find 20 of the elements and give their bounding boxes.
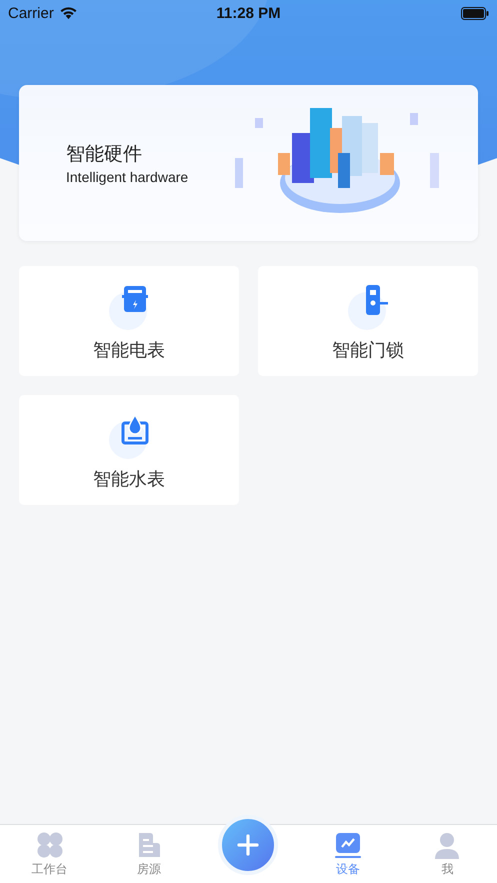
device-label: 智能电表: [93, 339, 165, 362]
plus-icon: [236, 833, 260, 857]
device-card[interactable]: 智能电表: [19, 266, 239, 376]
tab-item[interactable]: 工作台: [0, 825, 100, 883]
person-icon: [433, 831, 462, 859]
wifi-icon: [58, 6, 78, 20]
grid-icon: [36, 831, 64, 859]
chart-icon: [334, 831, 362, 859]
device-label: 智能水表: [93, 468, 165, 491]
clock-time: 11:28 PM: [216, 4, 281, 22]
tab-item[interactable]: 设备: [298, 825, 398, 883]
banner-title: 智能硬件: [66, 143, 143, 167]
tab-item[interactable]: 我: [398, 825, 497, 883]
device-card[interactable]: 智能门锁: [258, 266, 478, 376]
device-card[interactable]: 智能水表: [19, 395, 239, 505]
carrier-label: Carrier: [8, 4, 54, 22]
device-label: 智能门锁: [332, 339, 404, 362]
battery-icon: [461, 6, 489, 20]
tab-item[interactable]: 房源: [99, 825, 199, 883]
banner-subtitle: Intelligent hardware: [66, 169, 188, 185]
